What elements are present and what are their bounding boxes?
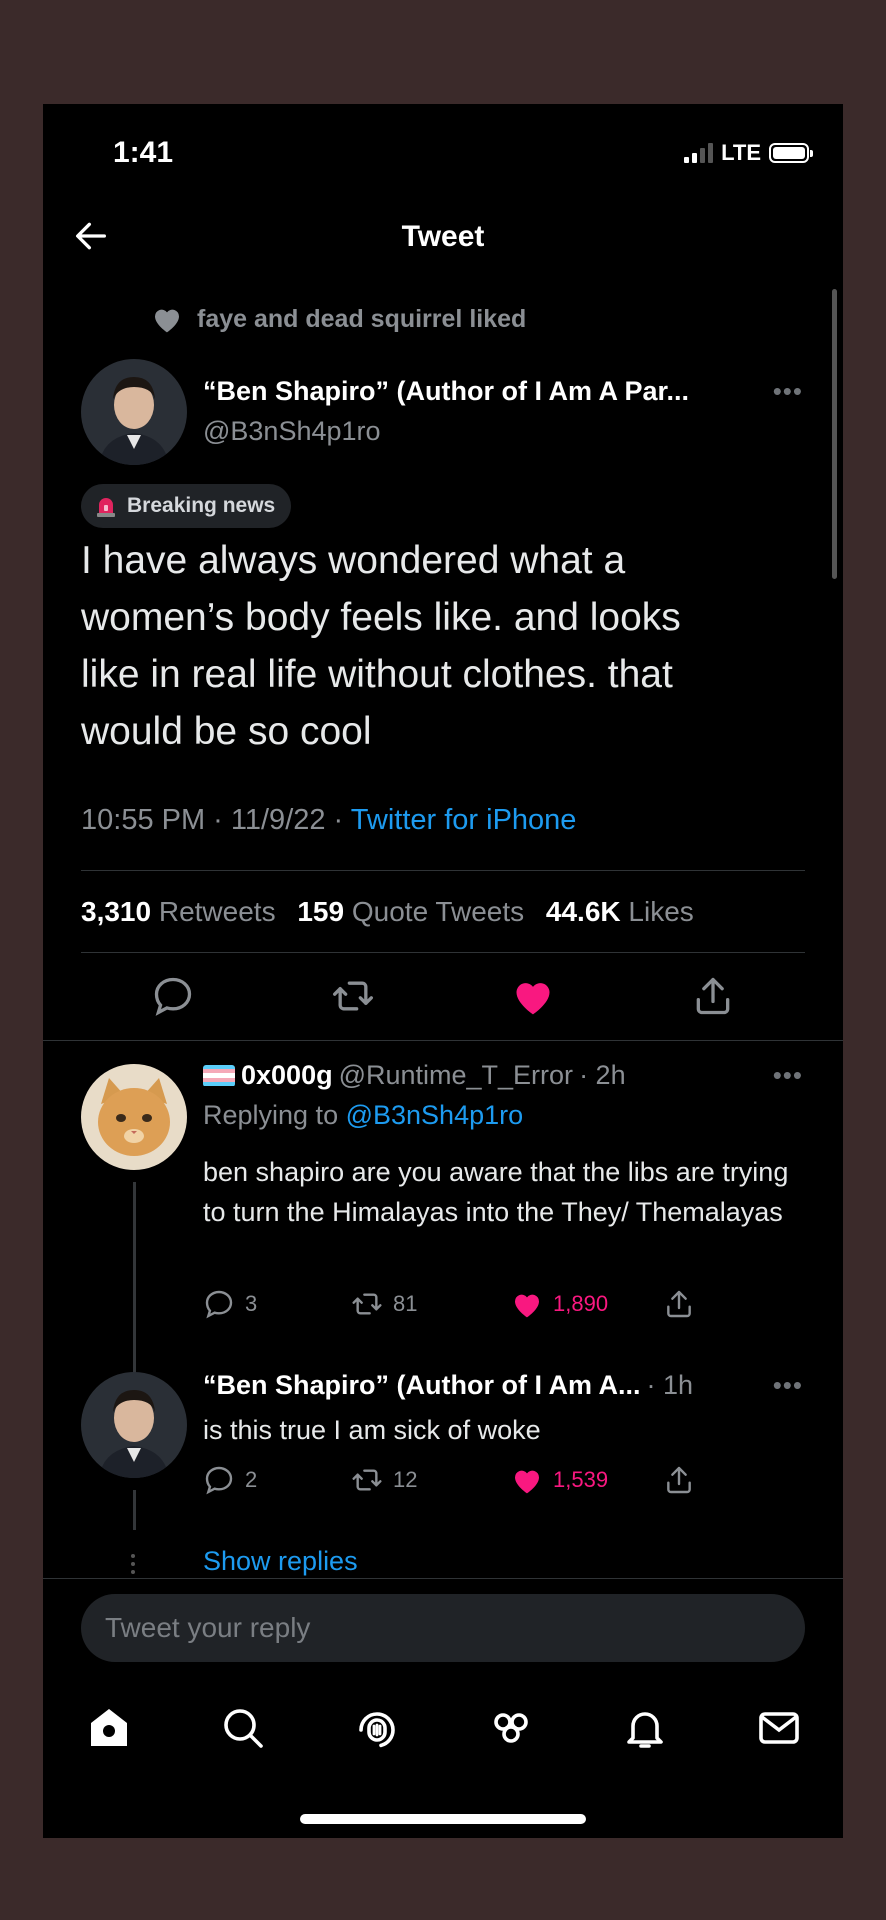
reply-header: “Ben Shapiro” (Author of I Am A... · 1h [203, 1370, 693, 1401]
spaces-icon[interactable] [353, 1704, 401, 1752]
tweet-stats: 3,310 Retweets 159 Quote Tweets 44.6K Li… [81, 896, 694, 928]
divider [81, 952, 805, 953]
replying-to-link[interactable]: @B3nSh4p1ro [346, 1100, 524, 1130]
tweet-timestamp: 10:55 PM · 11/9/22 · [81, 804, 351, 836]
status-time: 1:41 [113, 136, 174, 169]
page-title: Tweet [401, 220, 485, 253]
siren-icon [97, 498, 115, 517]
home-indicator[interactable] [300, 1814, 586, 1824]
tweet-actions [43, 974, 843, 1034]
share-icon [667, 1290, 691, 1318]
avatar[interactable] [81, 359, 187, 465]
heart-icon [155, 309, 179, 333]
more-icon[interactable]: ••• [773, 1370, 803, 1401]
reply-text: ben shapiro are you aware that the libs … [203, 1157, 789, 1227]
author-name[interactable]: “Ben Shapiro” (Author of I Am A Par... [203, 376, 689, 407]
reply-time: · 1h [646, 1370, 694, 1400]
reply-count: 2 [245, 1467, 258, 1492]
reply-button[interactable]: 2 [203, 1460, 257, 1500]
reply-time: · 2h [579, 1060, 626, 1090]
retweet-count: 12 [393, 1467, 418, 1492]
divider [43, 1578, 843, 1579]
tweet-meta: 10:55 PM · 11/9/22 · Twitter for iPhone [81, 804, 576, 837]
reply-icon [205, 1466, 233, 1495]
phone-screen: 1:41 LTE Tweet faye and dead squirrel li… [43, 104, 843, 1838]
reply-button[interactable]: 3 [203, 1284, 257, 1324]
like-button[interactable]: 1,539 [511, 1460, 608, 1500]
divider [81, 870, 805, 871]
home-icon[interactable] [85, 1704, 133, 1752]
social-context[interactable]: faye and dead squirrel liked [151, 304, 526, 334]
search-icon[interactable] [219, 1704, 267, 1752]
like-count: 1,890 [553, 1291, 609, 1316]
like-button[interactable]: 1,890 [511, 1284, 608, 1324]
tweet-source-link[interactable]: Twitter for iPhone [351, 804, 577, 836]
share-button[interactable] [663, 1460, 695, 1500]
more-icon[interactable]: ••• [773, 376, 803, 407]
reply-text: is this true I am sick of woke [203, 1415, 541, 1445]
reply-icon [205, 1290, 233, 1319]
reply-count: 3 [245, 1291, 258, 1316]
like-icon[interactable] [511, 974, 555, 1018]
retweet-icon [352, 1469, 382, 1491]
retweet-button[interactable]: 12 [351, 1460, 417, 1500]
tweet-text: I have always wondered what a women’s bo… [81, 539, 681, 753]
reply-actions: 3 81 1,890 [203, 1284, 763, 1324]
retweet-count: 81 [393, 1291, 418, 1316]
reply-icon[interactable] [151, 974, 195, 1018]
reply-input[interactable] [81, 1594, 805, 1662]
more-replies-dots [131, 1554, 137, 1578]
tab-bar [43, 1704, 843, 1764]
network-label: LTE [721, 140, 761, 165]
avatar[interactable] [81, 1372, 187, 1478]
share-icon [667, 1466, 691, 1494]
avatar[interactable] [81, 1064, 187, 1170]
social-context-text: faye and dead squirrel liked [197, 304, 527, 333]
retweet-icon[interactable] [331, 974, 375, 1018]
badge-label: Breaking news [127, 494, 276, 517]
messages-icon[interactable] [755, 1704, 803, 1752]
retweets-stat[interactable]: 3,310 Retweets [81, 896, 276, 927]
reply-author-handle[interactable]: @Runtime_T_Error [339, 1060, 573, 1091]
share-button[interactable] [663, 1284, 695, 1324]
status-indicators: LTE [684, 140, 813, 166]
divider [43, 1040, 843, 1041]
communities-icon[interactable] [487, 1704, 535, 1752]
share-icon[interactable] [691, 974, 735, 1018]
battery-icon [769, 143, 813, 163]
author-handle[interactable]: @B3nSh4p1ro [203, 416, 381, 447]
thread-line [133, 1490, 136, 1530]
reply-header: 0x000g @Runtime_T_Error · 2h [203, 1060, 626, 1091]
retweet-button[interactable]: 81 [351, 1284, 417, 1324]
reply-author-name[interactable]: 0x000g [241, 1060, 333, 1091]
trans-flag-icon [203, 1064, 235, 1087]
show-replies-link[interactable]: Show replies [203, 1546, 358, 1577]
reply-actions: 2 12 1,539 [203, 1460, 763, 1500]
reply-author-name[interactable]: “Ben Shapiro” (Author of I Am A... [203, 1370, 640, 1401]
breaking-news-badge[interactable]: Breaking news [81, 484, 292, 528]
scrollbar[interactable] [832, 289, 837, 579]
likes-stat[interactable]: 44.6K Likes [546, 896, 694, 927]
like-icon [515, 1470, 539, 1494]
signal-icon [684, 143, 714, 163]
like-icon [515, 1294, 539, 1318]
quotes-stat[interactable]: 159 Quote Tweets [297, 896, 524, 927]
notifications-icon[interactable] [621, 1704, 669, 1752]
like-count: 1,539 [553, 1467, 609, 1492]
retweet-icon [352, 1293, 382, 1315]
replying-to: Replying to @B3nSh4p1ro [203, 1100, 524, 1130]
more-icon[interactable]: ••• [773, 1060, 803, 1091]
